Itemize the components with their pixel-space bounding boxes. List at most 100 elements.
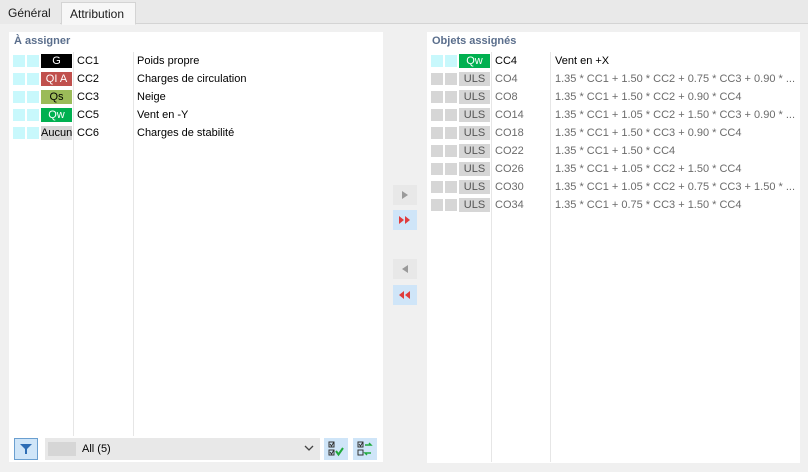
status-square <box>431 127 443 139</box>
list-item[interactable]: Qw CC5 Vent en -Y <box>9 106 383 124</box>
item-description: Charges de circulation <box>137 73 247 85</box>
list-item[interactable]: G CC1 Poids propre <box>9 52 383 70</box>
to-assign-title: À assigner <box>14 35 71 47</box>
category-badge: QI A <box>41 72 72 86</box>
item-id: CO30 <box>495 181 524 193</box>
toggle-selection-button[interactable] <box>353 438 377 460</box>
list-item[interactable]: ULS CO26 1.35 * CC1 + 1.05 * CC2 + 1.50 * … <box>427 160 800 178</box>
status-square <box>445 73 457 85</box>
status-square <box>27 55 39 67</box>
status-square <box>13 55 25 67</box>
item-description: Poids propre <box>137 55 200 67</box>
item-description: 1.35 * CC1 + 1.05 * CC2 + 1.50 * CC3 + 0… <box>555 109 796 121</box>
status-square <box>27 73 39 85</box>
category-badge: Qw <box>459 54 490 68</box>
item-id: CC5 <box>77 109 100 121</box>
list-item[interactable]: ULS CO4 1.35 * CC1 + 1.50 * CC2 + 0.75 * C… <box>427 70 800 88</box>
list-item[interactable]: Aucun CC6 Charges de stabilité <box>9 124 383 142</box>
item-description: 1.35 * CC1 + 1.50 * CC2 + 0.90 * CC4 <box>555 91 742 103</box>
double-arrow-left-icon <box>399 291 410 299</box>
list-item[interactable]: ULS CO18 1.35 * CC1 + 1.50 * CC3 + 0.90 * … <box>427 124 800 142</box>
list-item[interactable]: ULS CO34 1.35 * CC1 + 0.75 * CC3 + 1.50 * … <box>427 196 800 214</box>
status-square <box>445 91 457 103</box>
item-description: Charges de stabilité <box>137 127 235 139</box>
filter-select-value: All (5) <box>82 443 111 455</box>
status-square <box>431 73 443 85</box>
item-id: CO8 <box>495 91 518 103</box>
list-item[interactable]: ULS CO8 1.35 * CC1 + 1.50 * CC2 + 0.90 * C… <box>427 88 800 106</box>
status-square <box>13 109 25 121</box>
item-id: CC3 <box>77 91 100 103</box>
status-square <box>445 109 457 121</box>
status-square <box>431 55 443 67</box>
list-item[interactable]: ULS CO22 1.35 * CC1 + 1.50 * CC4 <box>427 142 800 160</box>
category-badge: ULS <box>459 72 490 86</box>
list-item[interactable]: QI A CC2 Charges de circulation <box>9 70 383 88</box>
status-square <box>27 91 39 103</box>
list-item[interactable]: ULS CO14 1.35 * CC1 + 1.05 * CC2 + 1.50 * … <box>427 106 800 124</box>
select-all-button[interactable] <box>324 438 348 460</box>
category-badge: ULS <box>459 90 490 104</box>
status-square <box>27 109 39 121</box>
filter-icon <box>20 444 32 454</box>
item-id: CO18 <box>495 127 524 139</box>
item-description: 1.35 * CC1 + 1.05 * CC2 + 1.50 * CC4 <box>555 163 742 175</box>
category-badge: G <box>41 54 72 68</box>
category-badge: ULS <box>459 144 490 158</box>
swap-selection-icon <box>357 441 373 456</box>
status-square <box>431 163 443 175</box>
status-square <box>445 199 457 211</box>
item-description: 1.35 * CC1 + 1.50 * CC3 + 0.90 * CC4 <box>555 127 742 139</box>
list-item[interactable]: Qs CC3 Neige <box>9 88 383 106</box>
category-badge: ULS <box>459 108 490 122</box>
category-badge: Qw <box>41 108 72 122</box>
item-description: Vent en +X <box>555 55 610 67</box>
status-square <box>13 73 25 85</box>
filter-bar: All (5) <box>9 436 383 462</box>
status-square <box>13 127 25 139</box>
assigned-objects-panel: Objets assignés Qw CC4 Vent en +X ULS CO4 1.3… <box>427 32 800 463</box>
item-id: CC6 <box>77 127 100 139</box>
status-square <box>445 145 457 157</box>
item-id: CC4 <box>495 55 518 67</box>
tab-attribution[interactable]: Attribution <box>61 2 136 25</box>
to-assign-panel: À assigner G CC1 Poids propre QI A CC2 Charge… <box>9 32 383 462</box>
item-id: CO34 <box>495 199 524 211</box>
assigned-objects-title: Objets assignés <box>432 35 517 47</box>
tab-bar: Général Attribution <box>0 0 808 25</box>
category-badge: ULS <box>459 162 490 176</box>
item-description: Neige <box>137 91 166 103</box>
assign-selected-button[interactable] <box>393 185 417 205</box>
arrow-left-icon <box>402 265 408 273</box>
unassign-selected-button[interactable] <box>393 259 417 279</box>
filter-color-swatch <box>48 442 76 456</box>
list-item[interactable]: Qw CC4 Vent en +X <box>427 52 800 70</box>
status-square <box>27 127 39 139</box>
list-item[interactable]: ULS CO30 1.35 * CC1 + 1.05 * CC2 + 0.75 * … <box>427 178 800 196</box>
status-square <box>431 181 443 193</box>
status-square <box>445 127 457 139</box>
assign-all-button[interactable] <box>393 210 417 230</box>
item-id: CO4 <box>495 73 518 85</box>
status-square <box>431 109 443 121</box>
filter-button[interactable] <box>14 438 38 460</box>
filter-select[interactable]: All (5) <box>45 438 320 460</box>
item-description: Vent en -Y <box>137 109 189 121</box>
item-id: CC2 <box>77 73 100 85</box>
status-square <box>445 55 457 67</box>
item-description: 1.35 * CC1 + 1.50 * CC2 + 0.75 * CC3 + 0… <box>555 73 796 85</box>
item-id: CO14 <box>495 109 524 121</box>
item-id: CO22 <box>495 145 524 157</box>
tab-general[interactable]: Général <box>0 2 60 24</box>
status-square <box>431 145 443 157</box>
arrow-right-icon <box>402 191 408 199</box>
category-badge: ULS <box>459 126 490 140</box>
category-badge: Aucun <box>41 126 73 140</box>
unassign-all-button[interactable] <box>393 285 417 305</box>
chevron-down-icon <box>304 445 314 451</box>
item-id: CO26 <box>495 163 524 175</box>
status-square <box>445 163 457 175</box>
check-list-icon <box>328 441 344 457</box>
item-description: 1.35 * CC1 + 0.75 * CC3 + 1.50 * CC4 <box>555 199 742 211</box>
item-description: 1.35 * CC1 + 1.05 * CC2 + 0.75 * CC3 + 1… <box>555 181 796 193</box>
